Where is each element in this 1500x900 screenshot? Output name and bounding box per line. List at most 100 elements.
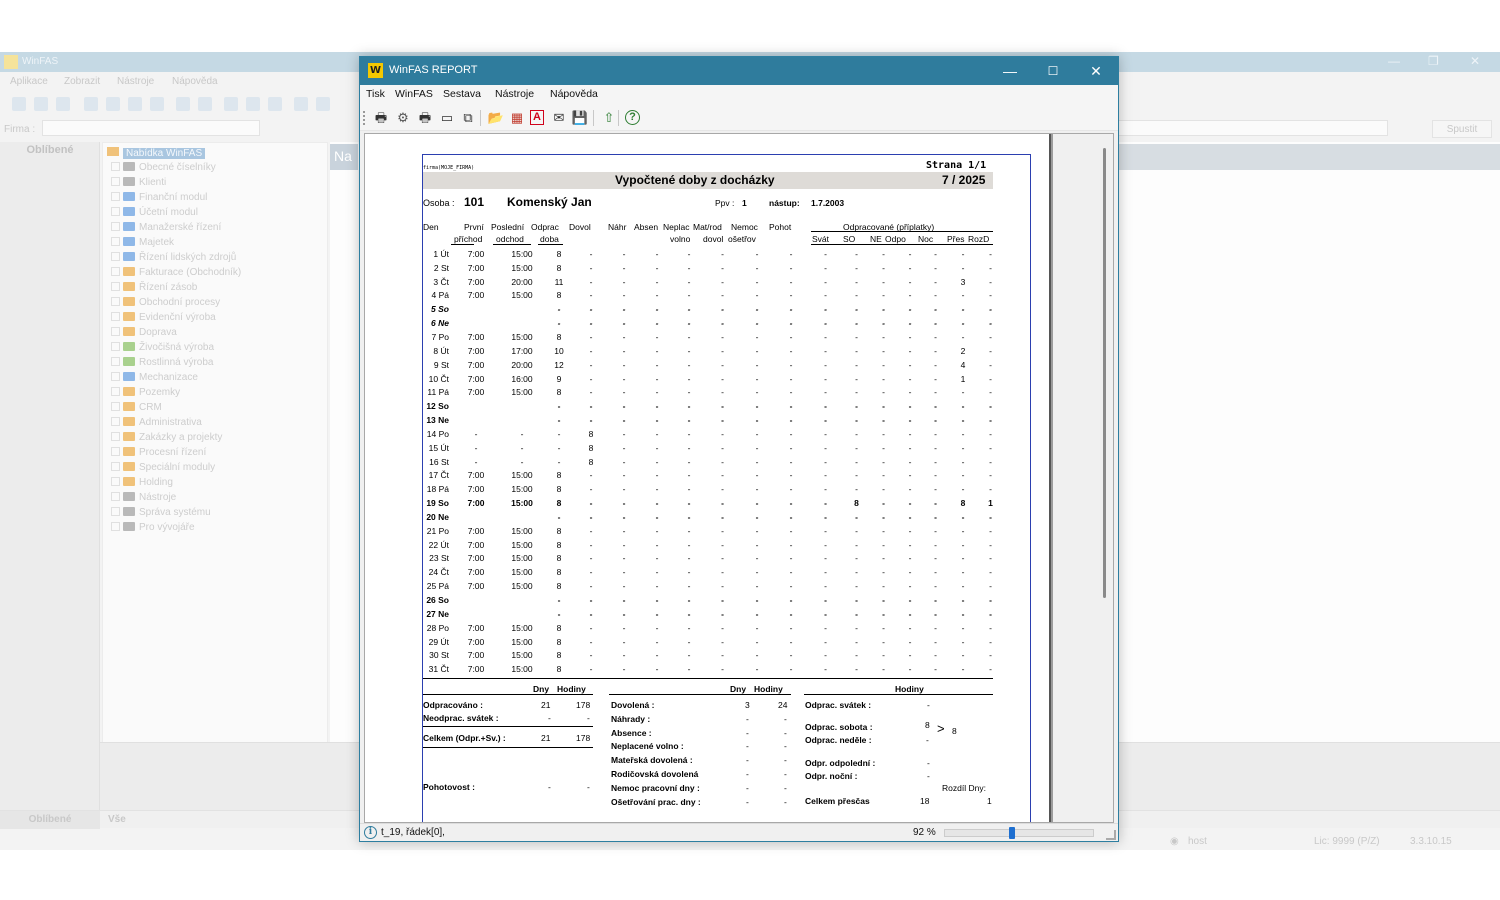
bg-tree-item[interactable]: Obecné číselníky bbox=[111, 162, 216, 176]
bg-tree-item[interactable]: Fakturace (Obchodník) bbox=[111, 267, 241, 281]
expand-icon[interactable] bbox=[111, 462, 120, 471]
expand-icon[interactable] bbox=[111, 312, 120, 321]
expand-icon[interactable] bbox=[111, 477, 120, 486]
export-folder-icon[interactable]: 📂 bbox=[487, 109, 505, 127]
expand-icon[interactable] bbox=[111, 492, 120, 501]
expand-icon[interactable] bbox=[111, 342, 120, 351]
bg-spust-button[interactable]: Spustit bbox=[1432, 120, 1492, 138]
expand-icon[interactable] bbox=[111, 237, 120, 246]
bg-command-input[interactable] bbox=[1118, 120, 1388, 136]
menu-nastroje[interactable]: Nástroje bbox=[495, 88, 534, 100]
report-window[interactable]: W WinFAS REPORT — ☐ ✕ Tisk WinFAS Sestav… bbox=[359, 56, 1119, 842]
bg-tree-item[interactable]: Doprava bbox=[111, 327, 177, 341]
bg-tool-icon[interactable] bbox=[106, 97, 120, 111]
expand-icon[interactable] bbox=[111, 387, 120, 396]
expand-icon[interactable] bbox=[111, 417, 120, 426]
expand-icon[interactable] bbox=[111, 252, 120, 261]
expand-icon[interactable] bbox=[111, 327, 120, 336]
expand-icon[interactable] bbox=[111, 372, 120, 381]
expand-icon[interactable] bbox=[111, 507, 120, 516]
bg-tree-item[interactable]: Nástroje bbox=[111, 492, 176, 506]
expand-icon[interactable] bbox=[111, 432, 120, 441]
page-setup-icon[interactable]: ▭ bbox=[438, 109, 456, 127]
copy-icon[interactable]: ⧉ bbox=[459, 109, 477, 127]
bg-tool-icon[interactable] bbox=[224, 97, 238, 111]
bg-tree-item[interactable]: Pro vývojáře bbox=[111, 522, 195, 536]
bg-tool-icon[interactable] bbox=[12, 97, 26, 111]
expand-icon[interactable] bbox=[111, 282, 120, 291]
expand-icon[interactable] bbox=[111, 162, 120, 171]
bg-tab-vse[interactable]: Vše bbox=[108, 814, 126, 825]
background-close-icon[interactable]: ✕ bbox=[1470, 54, 1480, 68]
bg-tree-item[interactable]: Administrativa bbox=[111, 417, 202, 431]
bg-tree-item[interactable]: Řízení zásob bbox=[111, 282, 197, 296]
report-preview[interactable]: firma(MOJE_FIRMA) Strana 1/1 Vypočtené d… bbox=[364, 133, 1114, 823]
bg-tree-item[interactable]: Holding bbox=[111, 477, 173, 491]
bg-firma-input[interactable] bbox=[42, 120, 260, 136]
bg-gear-icon[interactable] bbox=[268, 97, 282, 111]
upload-icon[interactable]: ⇧ bbox=[600, 109, 618, 127]
bg-tree-item[interactable]: Finanční modul bbox=[111, 192, 207, 206]
expand-icon[interactable] bbox=[111, 207, 120, 216]
expand-icon[interactable] bbox=[111, 222, 120, 231]
background-minimize-icon[interactable]: — bbox=[1388, 54, 1400, 68]
expand-icon[interactable] bbox=[111, 357, 120, 366]
bg-tree-item[interactable]: Řízení lidských zdrojů bbox=[111, 252, 236, 266]
bg-tree-item[interactable]: Majetek bbox=[111, 237, 174, 251]
bg-tree-item[interactable]: Evidenční výroba bbox=[111, 312, 216, 326]
menu-napoveda[interactable]: Nápověda bbox=[550, 88, 598, 100]
bg-back-icon[interactable] bbox=[84, 97, 98, 111]
bg-tree-item[interactable]: Mechanizace bbox=[111, 372, 198, 386]
bg-tool-icon[interactable] bbox=[246, 97, 260, 111]
toolbar-grip[interactable] bbox=[363, 111, 365, 125]
expand-icon[interactable] bbox=[111, 177, 120, 186]
bg-tree-item[interactable]: Manažerské řízení bbox=[111, 222, 221, 236]
bg-tree-item[interactable]: Obchodní procesy bbox=[111, 297, 220, 311]
bg-refresh-icon[interactable] bbox=[128, 97, 142, 111]
bg-menu-zobrazit[interactable]: Zobrazit bbox=[64, 76, 100, 87]
bg-tree-root[interactable]: Nabídka WinFAS bbox=[107, 147, 206, 159]
resize-grip-icon[interactable] bbox=[1106, 830, 1116, 840]
spreadsheet-icon[interactable]: ▦ bbox=[508, 109, 526, 127]
expand-icon[interactable] bbox=[111, 402, 120, 411]
bg-tree-item[interactable]: Pozemky bbox=[111, 387, 180, 401]
bg-tool-icon[interactable] bbox=[176, 97, 190, 111]
pdf-icon[interactable]: A bbox=[530, 110, 544, 125]
vertical-scrollbar[interactable] bbox=[1053, 134, 1113, 822]
expand-icon[interactable] bbox=[111, 522, 120, 531]
bg-tree-item[interactable]: Správa systému bbox=[111, 507, 211, 521]
bg-tree-item[interactable]: Speciální moduly bbox=[111, 462, 215, 476]
background-restore-icon[interactable]: ❐ bbox=[1428, 54, 1439, 68]
menu-tisk[interactable]: Tisk bbox=[366, 88, 385, 100]
minimize-button[interactable]: — bbox=[990, 60, 1030, 82]
expand-icon[interactable] bbox=[111, 297, 120, 306]
maximize-button[interactable]: ☐ bbox=[1033, 60, 1073, 82]
zoom-slider-track[interactable] bbox=[944, 829, 1094, 837]
bg-tree-item[interactable]: Účetní modul bbox=[111, 207, 198, 221]
menu-sestava[interactable]: Sestava bbox=[443, 88, 481, 100]
bg-tree-item[interactable]: Klienti bbox=[111, 177, 166, 191]
bg-tab-oblibene[interactable]: Oblíbené bbox=[0, 811, 100, 829]
bg-help-icon[interactable] bbox=[316, 97, 330, 111]
expand-icon[interactable] bbox=[111, 447, 120, 456]
bg-tree-item[interactable]: Zakázky a projekty bbox=[111, 432, 222, 446]
menu-winfas[interactable]: WinFAS bbox=[395, 88, 433, 100]
zoom-slider-thumb[interactable] bbox=[1008, 827, 1015, 839]
bg-menu-nastroje[interactable]: Nástroje bbox=[117, 76, 154, 87]
bg-tool-icon[interactable] bbox=[56, 97, 70, 111]
bg-content-tab[interactable]: Na bbox=[330, 144, 358, 170]
printer-setup-icon[interactable]: 🖶 bbox=[416, 109, 434, 127]
bg-tree-item[interactable]: Rostlinná výroba bbox=[111, 357, 213, 371]
bg-tree-item[interactable]: Živočišná výroba bbox=[111, 342, 214, 356]
expand-icon[interactable] bbox=[111, 192, 120, 201]
print-icon[interactable]: 🖶 bbox=[372, 109, 390, 127]
bg-tree-item[interactable]: Procesní řízení bbox=[111, 447, 206, 461]
expand-icon[interactable] bbox=[111, 267, 120, 276]
bg-tree-item[interactable]: CRM bbox=[111, 402, 162, 416]
report-title-bar[interactable]: W WinFAS REPORT — ☐ ✕ bbox=[360, 57, 1118, 85]
email-icon[interactable]: ✉ bbox=[550, 109, 568, 127]
close-button[interactable]: ✕ bbox=[1076, 60, 1116, 82]
bg-tool-icon[interactable] bbox=[198, 97, 212, 111]
save-icon[interactable]: 💾 bbox=[571, 109, 589, 127]
bg-menu-aplikace[interactable]: Aplikace bbox=[10, 76, 48, 87]
